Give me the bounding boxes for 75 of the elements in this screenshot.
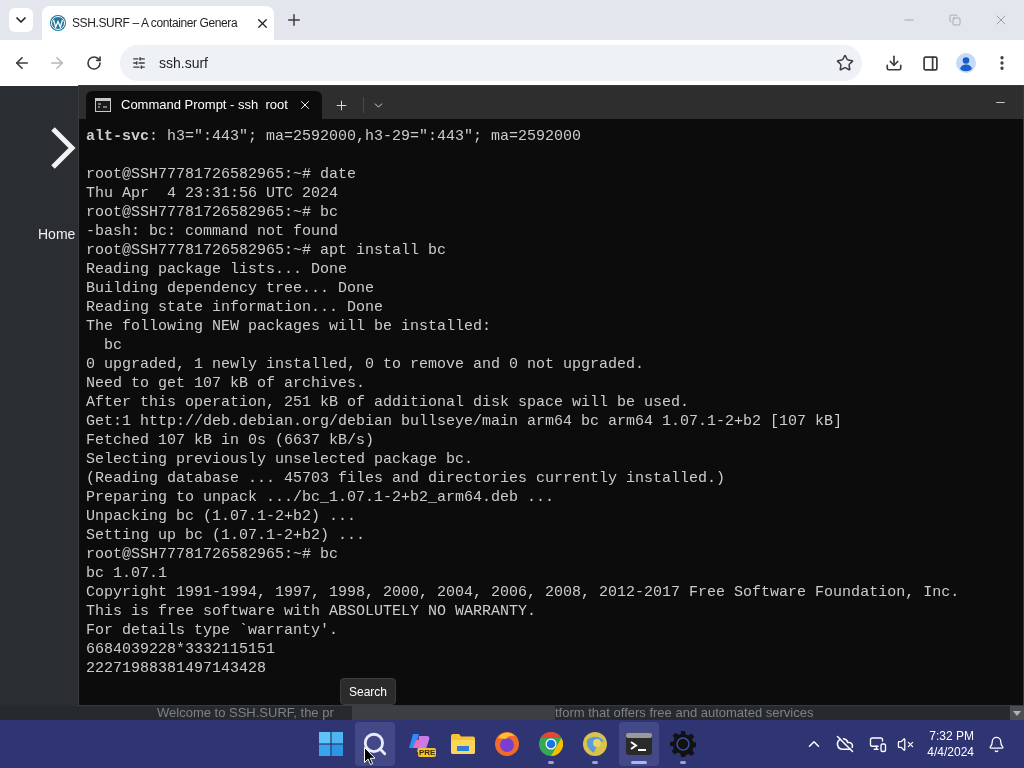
site-settings-icon[interactable]	[132, 56, 146, 70]
cloud-off-icon[interactable]	[836, 735, 855, 753]
browser-tab[interactable]: SSH.SURF – A container Genera	[42, 6, 274, 40]
clock-date: 4/4/2024	[927, 744, 974, 760]
gear-icon	[670, 731, 696, 757]
terminal-tab[interactable]: Command Prompt - ssh root	[86, 91, 322, 119]
address-bar[interactable]: ssh.surf	[120, 45, 862, 81]
chrome-logo-icon	[539, 732, 563, 756]
terminal-line: Fetched 107 kB in 0s (6637 kB/s)	[86, 431, 375, 450]
url-text: ssh.surf	[159, 53, 209, 73]
terminal-line: (Reading database ... 45703 files and directories currently installed.)	[86, 469, 726, 488]
terminal-line: Setting up bc (1.07.1-2+b2) ...	[86, 526, 366, 545]
terminal-line: Building dependency tree... Done	[86, 279, 375, 298]
folder-icon	[451, 734, 475, 754]
terminal-line: 6684039228*3332115151	[86, 640, 276, 659]
terminal-line: bc	[103, 336, 122, 355]
welcome-text: tform that offers free and automated services	[555, 706, 814, 720]
taskbar-app[interactable]	[355, 722, 395, 766]
favicon-icon	[50, 15, 66, 31]
terminal-line: -bash: bc: command not found	[86, 222, 339, 241]
mouse-pointer-icon	[364, 747, 375, 765]
terminal-line: Selecting previously unselected package bc.	[86, 450, 474, 469]
terminal-line: This is free software with ABSOLUTELY NO WARRANTY.	[86, 602, 537, 621]
terminal-line: root@SSH77781726582965:~# date	[86, 165, 357, 184]
side-panel-icon[interactable]	[921, 54, 939, 72]
terminal-line: The following NEW packages will be installed:	[86, 317, 492, 336]
welcome-text: Welcome to SSH.SURF, the pr	[157, 706, 335, 720]
tab-title: SSH.SURF – A container Genera	[72, 15, 238, 32]
preview-badge: PRE	[418, 748, 437, 757]
terminal-line: 22271988381497143428	[86, 659, 267, 678]
tab-title: Command Prompt - ssh root	[121, 97, 288, 113]
new-tab-icon[interactable]	[285, 11, 303, 29]
terminal-line: Reading state information... Done	[86, 298, 384, 317]
terminal-line: Unpacking bc (1.07.1-2+b2) ...	[86, 507, 357, 526]
scroll-down-button[interactable]	[1010, 706, 1024, 720]
windows-logo-icon	[319, 732, 343, 756]
search-icon	[362, 731, 388, 757]
console-icon	[95, 98, 111, 112]
search-tooltip: Search	[340, 678, 397, 705]
volume-muted-icon[interactable]	[896, 735, 914, 753]
chevron-right-icon[interactable]	[50, 126, 76, 170]
terminal-line: Preparing to unpack .../bc_1.07.1-2+b2_arm64.deb ...	[86, 488, 555, 507]
forward-arrow-icon	[48, 54, 66, 72]
terminal-line: root@SSH77781726582965:~# bc	[86, 545, 339, 564]
notifications-bell-icon[interactable]	[987, 735, 1005, 753]
profile-avatar-icon[interactable]	[956, 53, 976, 73]
bookmark-star-icon[interactable]	[836, 54, 854, 72]
reload-icon	[86, 55, 102, 71]
globe-app-icon	[583, 732, 607, 756]
triangle-down-icon	[1013, 710, 1021, 716]
terminal-line: Thu Apr 4 23:31:56 UTC 2024	[86, 184, 339, 203]
terminal-line: root@SSH77781726582965:~# apt install bc	[86, 241, 447, 260]
terminal-line: After this operation, 251 kB of additional disk space will be used.	[86, 393, 690, 412]
terminal-line: Copyright 1991-1994, 1997, 1998, 2000, 2004, 2006, 2008, 2012-2017 Free Software Foundation, Inc.	[86, 583, 960, 602]
clock-time: 7:32 PM	[929, 728, 974, 744]
tab-search-button[interactable]	[9, 8, 33, 32]
taskbar-app[interactable]: PRE	[399, 722, 439, 766]
network-icon[interactable]	[869, 735, 888, 753]
terminal-line: root@SSH77781726582965:~# bc	[86, 203, 339, 222]
terminal-line: Reading package lists... Done	[86, 260, 348, 279]
terminal-line: Need to get 107 kB of archives.	[86, 374, 366, 393]
taskbar-app[interactable]	[619, 722, 659, 766]
terminal-line: bc 1.07.1	[86, 564, 167, 583]
scrollbar-thumb[interactable]	[352, 706, 555, 720]
download-icon[interactable]	[885, 54, 903, 72]
fox-globe-icon	[495, 732, 519, 756]
terminal-icon	[626, 733, 652, 755]
terminal-line: For details type `warranty'.	[86, 621, 339, 640]
clock[interactable]: 7:32 PM 4/4/2024	[927, 728, 974, 760]
nav-link[interactable]: Home	[38, 224, 76, 244]
new-tab-icon[interactable]	[334, 97, 349, 113]
terminal-line: alt-svc: h3=":443"; ma=2592000,h3-29=":443"; ma=2592000	[86, 127, 582, 146]
terminal-line: Get:1 http://deb.debian.org/debian bullseye/main arm64 bc arm64 1.07.1-2+b2 [107 kB]	[86, 412, 843, 431]
terminal-line: 0 upgraded, 1 newly installed, 0 to remove and 0 not upgraded.	[86, 355, 645, 374]
close-icon[interactable]	[298, 98, 312, 112]
